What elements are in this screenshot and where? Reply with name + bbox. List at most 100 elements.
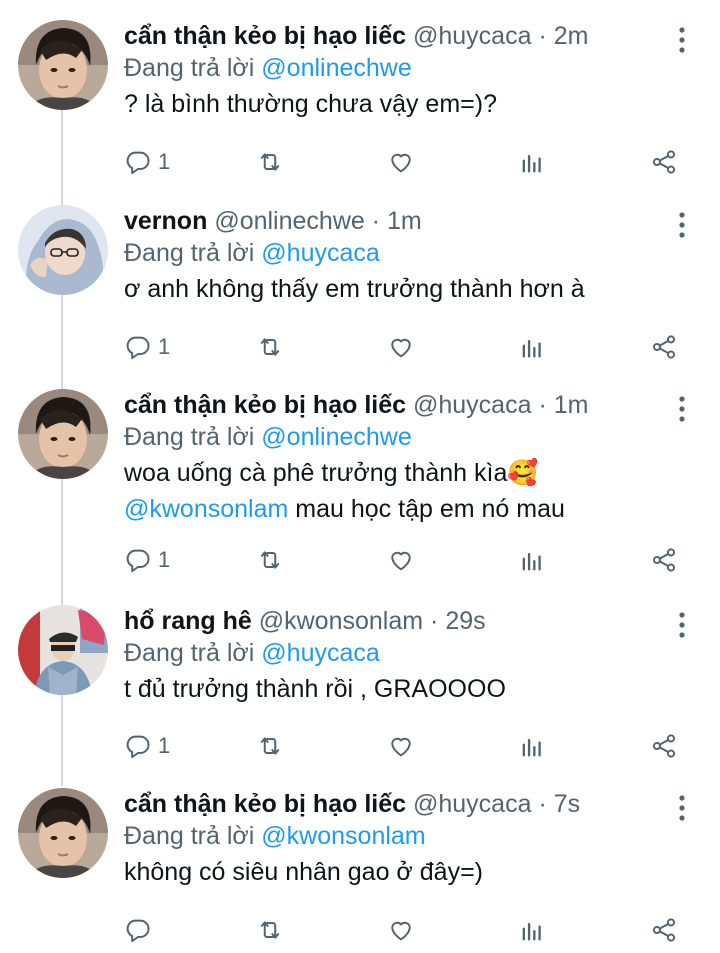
reply-to-mention[interactable]: @onlinechwe xyxy=(261,423,411,451)
analytics-button[interactable] xyxy=(518,146,546,178)
replying-to-line: Đang trả lời @huycaca xyxy=(124,237,684,269)
analytics-icon xyxy=(518,148,546,176)
display-name[interactable]: cẩn thận kẻo bị hạo liếc xyxy=(124,391,406,419)
retweet-button[interactable] xyxy=(256,544,284,576)
analytics-button[interactable] xyxy=(518,914,546,946)
reply-icon xyxy=(124,333,152,361)
text-mention[interactable]: @kwonsonlam xyxy=(124,495,288,523)
analytics-button[interactable] xyxy=(518,730,546,762)
timestamp[interactable]: 1m xyxy=(387,207,422,235)
display-name[interactable]: cẩn thận kẻo bị hạo liếc xyxy=(124,22,406,50)
tweet-header: cẩn thận kẻo bị hạo liếc @huycaca · 2m xyxy=(124,20,684,52)
tweet-text: ơ anh không thấy em trưởng thành hơn à xyxy=(124,275,585,303)
separator: · xyxy=(538,790,547,818)
reply-count: 1 xyxy=(158,547,171,572)
tweet-actions: 1 xyxy=(124,544,684,576)
heart-icon xyxy=(387,732,415,760)
avatar[interactable] xyxy=(18,205,108,295)
more-vertical-icon[interactable] xyxy=(672,395,692,423)
replying-to-label: Đang trả lời xyxy=(124,822,255,850)
user-handle[interactable]: @huycaca xyxy=(413,22,532,50)
replying-to-line: Đang trả lời @onlinechwe xyxy=(124,52,684,84)
avatar[interactable] xyxy=(18,20,108,110)
heart-icon xyxy=(387,546,415,574)
replying-to-label: Đang trả lời xyxy=(124,239,255,267)
share-icon xyxy=(650,546,678,574)
replying-to-line: Đang trả lời @onlinechwe xyxy=(124,421,684,453)
tweet-header: cẩn thận kẻo bị hạo liếc @huycaca · 7s xyxy=(124,788,684,820)
tweet-text: ? là bình thường chưa vậy em=)? xyxy=(124,90,497,118)
user-handle[interactable]: @kwonsonlam xyxy=(259,607,423,635)
display-name[interactable]: hổ rang hê xyxy=(124,607,252,635)
tweet-actions xyxy=(124,914,684,946)
share-button[interactable] xyxy=(650,730,678,762)
tweet-header: vernon @onlinechwe · 1m xyxy=(124,205,684,237)
user-handle[interactable]: @huycaca xyxy=(413,790,532,818)
user-handle[interactable]: @huycaca xyxy=(413,391,532,419)
share-button[interactable] xyxy=(650,914,678,946)
analytics-button[interactable] xyxy=(518,544,546,576)
reply-icon xyxy=(124,148,152,176)
retweet-icon xyxy=(256,732,284,760)
share-icon xyxy=(650,916,678,944)
more-vertical-icon[interactable] xyxy=(672,211,692,239)
share-icon xyxy=(650,333,678,361)
tweet-actions: 1 xyxy=(124,730,684,762)
timestamp[interactable]: 29s xyxy=(445,607,485,635)
tweet-text: không có siêu nhân gao ở đây=) xyxy=(124,858,484,886)
tweet-content: cẩn thận kẻo bị hạo liếc @huycaca · 2m Đ… xyxy=(124,20,684,122)
reply-to-mention[interactable]: @kwonsonlam xyxy=(261,822,425,850)
retweet-button[interactable] xyxy=(256,914,284,946)
retweet-button[interactable] xyxy=(256,331,284,363)
like-button[interactable] xyxy=(387,914,415,946)
reply-count: 1 xyxy=(158,149,171,174)
like-button[interactable] xyxy=(387,730,415,762)
tweet-actions: 1 xyxy=(124,146,684,178)
more-vertical-icon[interactable] xyxy=(672,26,692,54)
more-vertical-icon[interactable] xyxy=(672,794,692,822)
reply-to-mention[interactable]: @huycaca xyxy=(261,239,380,267)
like-button[interactable] xyxy=(387,331,415,363)
more-vertical-icon[interactable] xyxy=(672,611,692,639)
timestamp[interactable]: 7s xyxy=(554,790,580,818)
analytics-icon xyxy=(518,732,546,760)
timestamp[interactable]: 1m xyxy=(554,391,589,419)
tweet-text: t đủ trưởng thành rồi , GRAOOOO xyxy=(124,675,506,703)
reply-button[interactable]: 1 xyxy=(124,146,170,178)
reply-to-mention[interactable]: @onlinechwe xyxy=(261,54,411,82)
avatar[interactable] xyxy=(18,605,108,695)
user-handle[interactable]: @onlinechwe xyxy=(214,207,364,235)
share-button[interactable] xyxy=(650,146,678,178)
retweet-button[interactable] xyxy=(256,730,284,762)
reply-button[interactable]: 1 xyxy=(124,331,170,363)
tweet-text-line: woa uống cà phê trưởng thành kìa🥰 xyxy=(124,459,539,487)
reply-button[interactable]: 1 xyxy=(124,730,170,762)
replying-to-line: Đang trả lời @huycaca xyxy=(124,637,684,669)
share-button[interactable] xyxy=(650,331,678,363)
retweet-button[interactable] xyxy=(256,146,284,178)
reply-to-mention[interactable]: @huycaca xyxy=(261,639,380,667)
avatar[interactable] xyxy=(18,788,108,878)
replying-to-label: Đang trả lời xyxy=(124,639,255,667)
avatar[interactable] xyxy=(18,389,108,479)
tweet-content: hổ rang hê @kwonsonlam · 29s Đang trả lờ… xyxy=(124,605,684,707)
share-button[interactable] xyxy=(650,544,678,576)
analytics-button[interactable] xyxy=(518,331,546,363)
like-button[interactable] xyxy=(387,544,415,576)
tweet-content: cẩn thận kẻo bị hạo liếc @huycaca · 7s Đ… xyxy=(124,788,684,890)
like-button[interactable] xyxy=(387,146,415,178)
tweet-actions: 1 xyxy=(124,331,684,363)
reply-count: 1 xyxy=(158,334,171,359)
timestamp[interactable]: 2m xyxy=(554,22,589,50)
reply-button[interactable] xyxy=(124,914,158,946)
heart-icon xyxy=(387,333,415,361)
display-name[interactable]: cẩn thận kẻo bị hạo liếc xyxy=(124,790,406,818)
reply-icon xyxy=(124,546,152,574)
tweet-header: hổ rang hê @kwonsonlam · 29s xyxy=(124,605,684,637)
tweet-content: cẩn thận kẻo bị hạo liếc @huycaca · 1m Đ… xyxy=(124,389,684,527)
heart-icon xyxy=(387,916,415,944)
display-name[interactable]: vernon xyxy=(124,207,207,235)
reply-button[interactable]: 1 xyxy=(124,544,170,576)
tweet-text: woa uống cà phê trưởng thành kìa🥰 @kwons… xyxy=(124,455,684,527)
share-icon xyxy=(650,148,678,176)
